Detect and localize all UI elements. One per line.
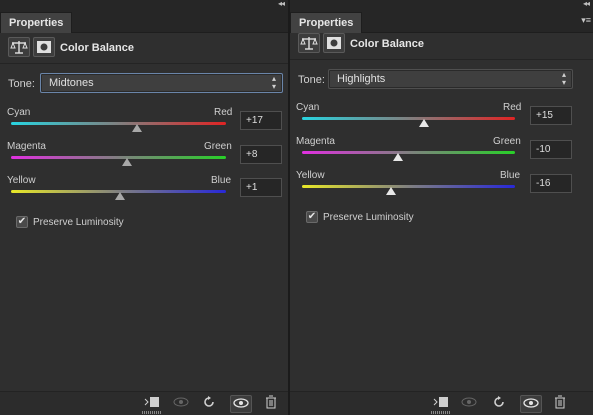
tab-row: Properties [0, 8, 288, 33]
color-balance-adjustment-icon[interactable] [8, 37, 30, 57]
magenta-green-slider-track[interactable] [11, 156, 226, 159]
cyan-red-slider-thumb[interactable] [419, 119, 430, 127]
slider-left-label-cyan: Cyan [296, 102, 320, 113]
magenta-green-slider-thumb[interactable] [122, 158, 133, 166]
preserve-luminosity-label: Preserve Luminosity [323, 212, 414, 223]
preserve-luminosity-checkbox[interactable]: ✔ [306, 211, 318, 223]
tone-select-value: Midtones [49, 77, 94, 89]
layer-mask-icon[interactable] [33, 37, 55, 57]
resize-grip-icon[interactable] [431, 411, 451, 414]
slider-left-label-yellow: Yellow [7, 175, 36, 186]
tone-label: Tone: [8, 78, 35, 90]
magenta-green-value-input[interactable]: -10 [530, 140, 572, 159]
slider-left-label-magenta: Magenta [296, 136, 335, 147]
divider [0, 63, 288, 64]
layer-mask-icon[interactable] [323, 33, 345, 53]
reset-icon[interactable] [488, 395, 510, 413]
divider [290, 59, 593, 60]
slider-left-label-magenta: Magenta [7, 141, 46, 152]
panel-top-strip [0, 0, 288, 8]
cyan-red-value-input[interactable]: +15 [530, 106, 572, 125]
slider-right-label-red: Red [503, 102, 522, 113]
tone-label: Tone: [298, 74, 325, 86]
reset-icon[interactable] [198, 395, 220, 413]
preserve-luminosity-checkbox[interactable]: ✔ [16, 216, 28, 228]
collapse-panel-icon[interactable]: ◂◂ [583, 0, 590, 8]
resize-grip-icon[interactable] [142, 411, 162, 414]
yellow-blue-value-input[interactable]: -16 [530, 174, 572, 193]
view-previous-state-icon[interactable] [458, 395, 480, 413]
trash-icon[interactable] [260, 395, 282, 413]
yellow-blue-slider-thumb[interactable] [386, 187, 397, 195]
slider-right-label-blue: Blue [211, 175, 232, 186]
magenta-green-slider-track[interactable] [302, 151, 515, 154]
yellow-blue-slider-thumb[interactable] [114, 192, 125, 200]
slider-right-label-blue: Blue [500, 170, 521, 181]
select-arrows-icon: ▴ ▾ [561, 70, 566, 87]
panel-footer [290, 391, 593, 415]
tone-select[interactable]: Highlights ▴ ▾ [328, 69, 573, 89]
tone-select[interactable]: Midtones ▴ ▾ [40, 73, 283, 93]
slider-left-label-cyan: Cyan [7, 107, 31, 118]
color-balance-adjustment-icon[interactable] [298, 33, 320, 53]
trash-icon[interactable] [549, 395, 571, 413]
adjustment-header: Color Balance [290, 29, 593, 59]
magenta-green-value-input[interactable]: +8 [240, 145, 282, 164]
yellow-blue-slider-track[interactable] [302, 185, 515, 188]
visibility-eye-icon[interactable] [230, 395, 252, 413]
panel-top-strip [290, 0, 593, 8]
tab-properties[interactable]: Properties [0, 12, 73, 33]
slider-left-label-yellow: Yellow [296, 170, 325, 181]
visibility-eye-icon[interactable] [520, 395, 542, 413]
preserve-luminosity-label: Preserve Luminosity [33, 217, 124, 228]
tone-select-value: Highlights [337, 73, 386, 85]
adjustment-title: Color Balance [60, 42, 134, 54]
cyan-red-value-input[interactable]: +17 [240, 111, 282, 130]
select-arrows-icon: ▴ ▾ [271, 74, 276, 91]
properties-panel-right: ◂◂ Properties ▾≡ Color Balance Tone: Hig… [290, 0, 593, 415]
cyan-red-slider-thumb[interactable] [131, 124, 142, 132]
adjustment-header: Color Balance [0, 33, 288, 63]
cyan-red-slider-track[interactable] [11, 122, 226, 125]
view-previous-state-icon[interactable] [170, 395, 192, 413]
collapse-panel-icon[interactable]: ◂◂ [278, 0, 285, 8]
adjustment-title: Color Balance [350, 38, 424, 50]
yellow-blue-value-input[interactable]: +1 [240, 178, 282, 197]
properties-panel-left: ◂◂ Properties Color Balance Tone: Midton… [0, 0, 288, 415]
panel-menu-icon[interactable]: ▾≡ [577, 14, 591, 26]
cyan-red-slider-track[interactable] [302, 117, 515, 120]
panel-footer [0, 391, 288, 415]
slider-right-label-red: Red [214, 107, 233, 118]
slider-right-label-green: Green [204, 141, 232, 152]
slider-right-label-green: Green [493, 136, 521, 147]
magenta-green-slider-thumb[interactable] [392, 153, 403, 161]
